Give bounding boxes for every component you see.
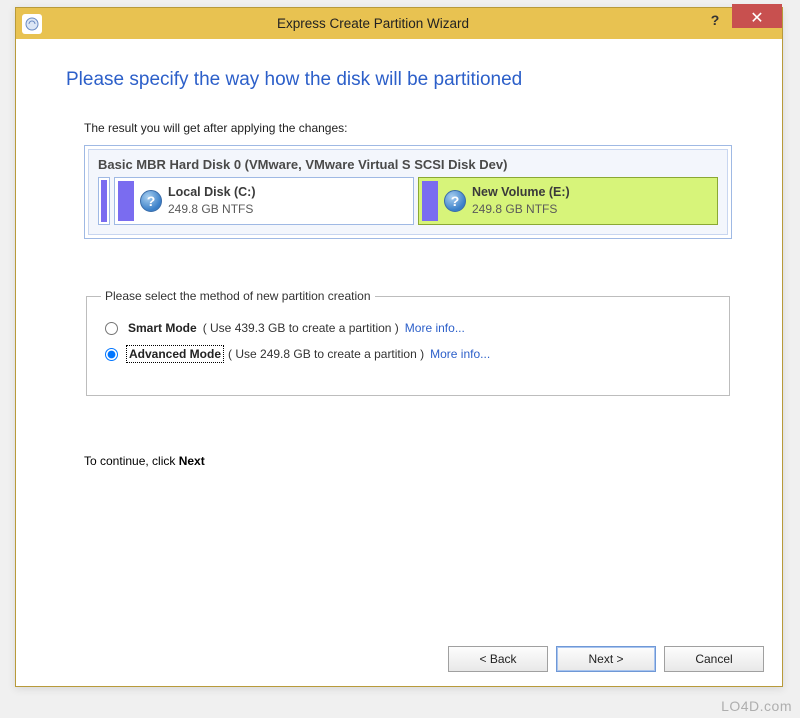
help-button[interactable]: ?	[698, 8, 732, 32]
watermark: LO4D.com	[721, 698, 792, 714]
disk-title: Basic MBR Hard Disk 0 (VMware, VMware Vi…	[98, 157, 718, 172]
radio-smart-mode[interactable]	[105, 322, 118, 335]
partition-name: New Volume (E:)	[472, 184, 570, 201]
method-group: Please select the method of new partitio…	[86, 289, 730, 396]
cancel-button[interactable]: Cancel	[664, 646, 764, 672]
option-smart-mode[interactable]: Smart Mode ( Use 439.3 GB to create a pa…	[105, 321, 715, 335]
button-bar: < Back Next > Cancel	[448, 646, 764, 672]
partition-color-icon	[422, 181, 438, 221]
partition-fill-icon	[101, 180, 107, 222]
partition-name: Local Disk (C:)	[168, 184, 256, 201]
back-button[interactable]: < Back	[448, 646, 548, 672]
partition-color-icon	[118, 181, 134, 221]
more-info-link[interactable]: More info...	[405, 321, 465, 335]
partition-local-disk-c[interactable]: ? Local Disk (C:) 249.8 GB NTFS	[114, 177, 414, 225]
volume-icon: ?	[444, 190, 466, 212]
result-label: The result you will get after applying t…	[84, 121, 732, 135]
radio-advanced-mode[interactable]	[105, 348, 118, 361]
wizard-window: Express Create Partition Wizard ? ✕ Plea…	[15, 7, 783, 687]
more-info-link[interactable]: More info...	[430, 347, 490, 361]
partition-size: 249.8 GB NTFS	[472, 201, 570, 217]
titlebar: Express Create Partition Wizard ? ✕	[16, 8, 782, 39]
option-advanced-mode[interactable]: Advanced Mode ( Use 249.8 GB to create a…	[105, 347, 715, 361]
next-button[interactable]: Next >	[556, 646, 656, 672]
partition-new-volume-e[interactable]: ? New Volume (E:) 249.8 GB NTFS	[418, 177, 718, 225]
content-area: Please specify the way how the disk will…	[16, 39, 782, 686]
method-legend: Please select the method of new partitio…	[101, 289, 375, 303]
continue-hint: To continue, click Next	[84, 454, 732, 468]
mode-desc: ( Use 439.3 GB to create a partition )	[203, 321, 399, 335]
mode-label: Advanced Mode	[128, 347, 222, 361]
app-icon	[22, 14, 42, 34]
window-title: Express Create Partition Wizard	[48, 16, 698, 31]
partition-reserved[interactable]	[98, 177, 110, 225]
close-button[interactable]: ✕	[732, 4, 782, 28]
volume-icon: ?	[140, 190, 162, 212]
page-heading: Please specify the way how the disk will…	[66, 69, 732, 91]
partition-size: 249.8 GB NTFS	[168, 201, 256, 217]
mode-label: Smart Mode	[128, 321, 197, 335]
disk-preview: Basic MBR Hard Disk 0 (VMware, VMware Vi…	[84, 145, 732, 239]
mode-desc: ( Use 249.8 GB to create a partition )	[228, 347, 424, 361]
